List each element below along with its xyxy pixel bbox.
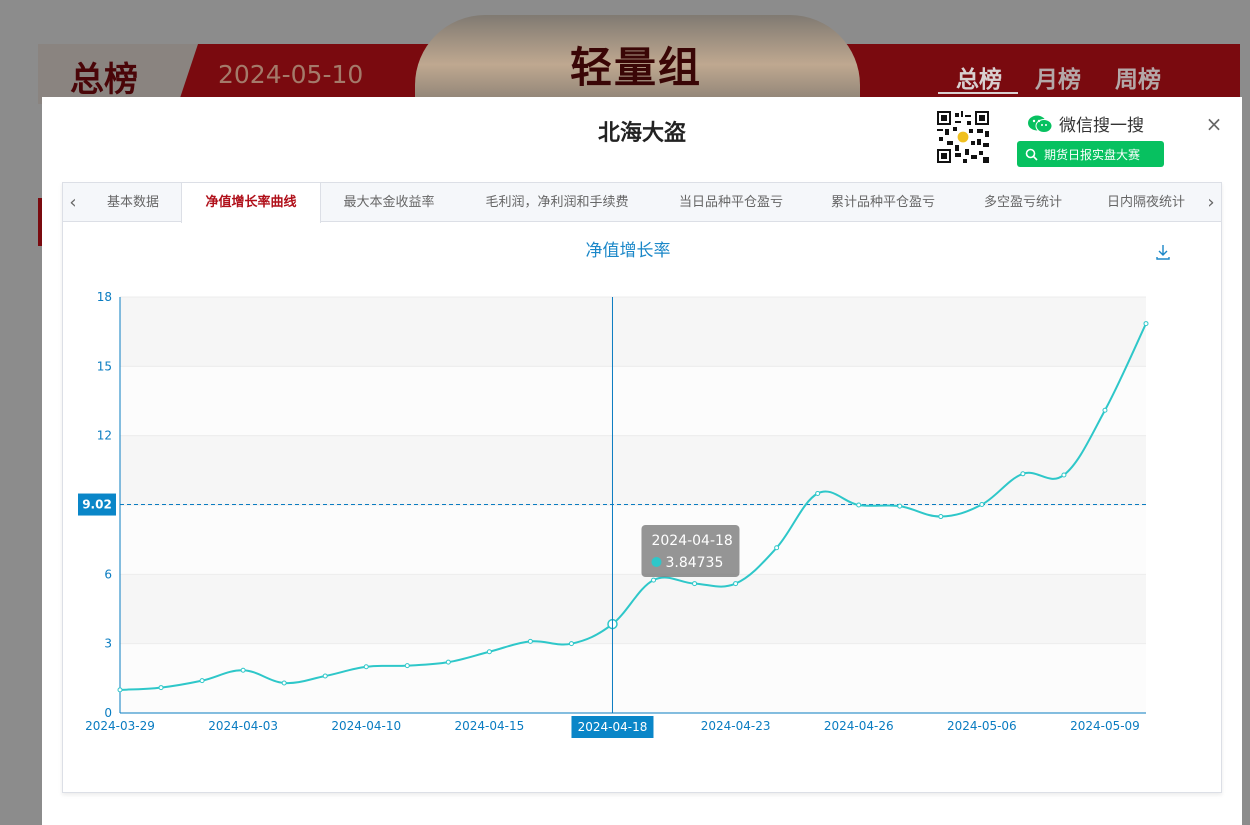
grid-band	[120, 435, 1146, 505]
data-point	[774, 545, 780, 551]
data-point	[692, 581, 698, 587]
data-point	[938, 514, 944, 520]
data-point	[445, 659, 451, 665]
y-tick-label: 12	[97, 429, 112, 443]
grid-band	[120, 366, 1146, 436]
crosshair-label: 2024-04-18	[578, 720, 648, 734]
data-point	[240, 667, 246, 673]
x-tick-label: 2024-05-06	[947, 719, 1017, 733]
y-tick-label: 0	[104, 706, 112, 720]
data-point	[1102, 407, 1108, 413]
x-tick-label: 2024-03-29	[85, 719, 155, 733]
y-tick-label: 15	[97, 359, 112, 373]
data-point	[651, 577, 657, 583]
data-point	[117, 687, 123, 693]
mark-line-label: 9.02	[82, 498, 112, 512]
data-point	[404, 663, 410, 669]
data-point	[281, 680, 287, 686]
data-point	[815, 490, 821, 496]
data-point	[199, 678, 205, 684]
data-point	[527, 638, 533, 644]
data-point	[897, 503, 903, 509]
download-icon[interactable]	[1156, 245, 1170, 260]
grid-band	[120, 643, 1146, 713]
x-tick-label: 2024-04-10	[331, 719, 401, 733]
data-point	[322, 673, 328, 679]
data-point	[158, 685, 164, 691]
data-point	[363, 664, 369, 670]
data-point	[1061, 472, 1067, 478]
x-tick-label: 2024-04-26	[824, 719, 894, 733]
data-point	[1020, 471, 1026, 477]
y-tick-label: 18	[97, 290, 112, 304]
nav-growth-chart: 净值增长率 0 3 6 12 15 18 2024-03-29 2024-04-03 2024…	[78, 241, 1170, 738]
data-point	[486, 649, 492, 655]
tooltip-value: 3.84735	[665, 555, 723, 571]
grid-band	[120, 505, 1146, 575]
data-point	[568, 641, 574, 647]
y-tick-label: 3	[104, 637, 112, 651]
data-point	[856, 502, 862, 508]
x-tick-label: 2024-04-15	[454, 719, 524, 733]
data-point	[1143, 321, 1149, 327]
grid-band	[120, 297, 1146, 367]
tooltip-date: 2024-04-18	[651, 533, 732, 549]
data-point	[979, 502, 985, 508]
data-point	[733, 581, 739, 587]
x-tick-label: 2024-04-03	[208, 719, 278, 733]
grid-band	[120, 574, 1146, 644]
x-tick-label: 2024-05-09	[1070, 719, 1140, 733]
chart-title: 净值增长率	[586, 241, 671, 261]
tooltip-marker	[651, 557, 662, 567]
x-tick-label: 2024-04-23	[701, 719, 771, 733]
tooltip: 2024-04-18 3.84735	[641, 525, 740, 577]
y-tick-label: 6	[104, 567, 112, 581]
